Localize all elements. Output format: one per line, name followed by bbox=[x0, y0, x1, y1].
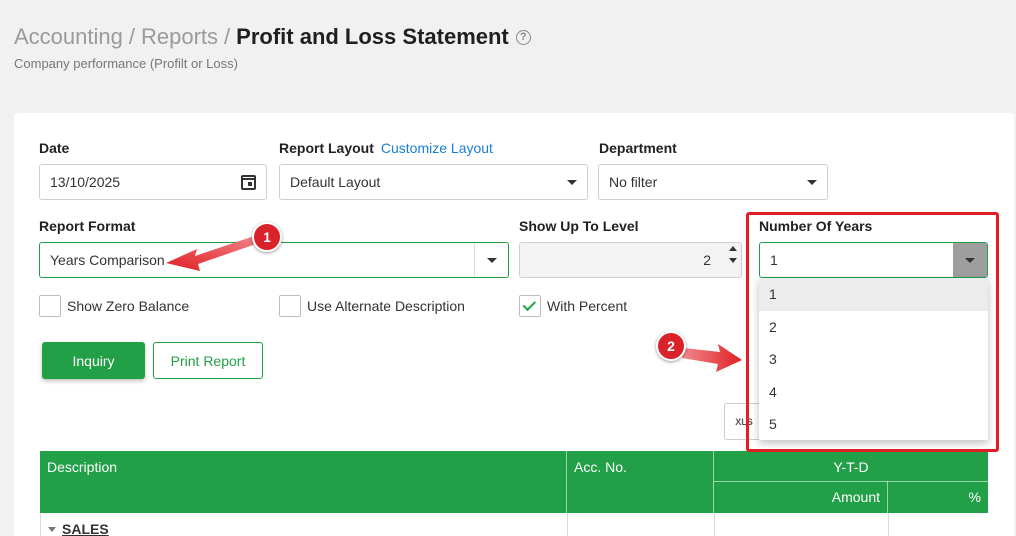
table-header: Description Acc. No. Y-T-D Amount % bbox=[40, 451, 988, 513]
checkbox-box[interactable] bbox=[519, 295, 541, 317]
report-format-value: Years Comparison bbox=[50, 252, 165, 268]
checkbox-label: Use Alternate Description bbox=[307, 298, 465, 314]
check-icon bbox=[522, 297, 537, 311]
with-percent-checkbox[interactable]: With Percent bbox=[519, 295, 627, 317]
report-table: Description Acc. No. Y-T-D Amount % SALE… bbox=[40, 451, 988, 536]
checkbox-label: Show Zero Balance bbox=[67, 298, 190, 314]
level-value: 2 bbox=[703, 252, 711, 268]
sales-group-toggle[interactable]: SALES bbox=[48, 521, 109, 536]
report-format-label: Report Format bbox=[39, 218, 136, 234]
report-layout-value: Default Layout bbox=[290, 174, 381, 190]
breadcrumb-accounting[interactable]: Accounting bbox=[14, 24, 123, 50]
table-row[interactable]: SALES bbox=[40, 513, 988, 536]
department-label: Department bbox=[599, 140, 677, 156]
checkbox-label: With Percent bbox=[547, 298, 628, 314]
group-label: SALES bbox=[62, 521, 109, 536]
checkbox-box[interactable] bbox=[279, 295, 301, 317]
column-acc-no: Acc. No. bbox=[574, 459, 627, 475]
breadcrumb-reports[interactable]: Reports bbox=[141, 24, 218, 50]
help-icon[interactable]: ? bbox=[515, 29, 531, 45]
level-label: Show Up To Level bbox=[519, 218, 639, 234]
report-layout-label: Report Layout Customize Layout bbox=[279, 140, 493, 156]
chevron-down-icon[interactable] bbox=[729, 258, 737, 263]
column-amount: Amount bbox=[831, 489, 880, 505]
chevron-down-icon bbox=[807, 179, 817, 185]
date-field[interactable]: 13/10/2025 bbox=[39, 164, 267, 200]
show-zero-balance-checkbox[interactable]: Show Zero Balance bbox=[39, 295, 189, 317]
calendar-icon[interactable] bbox=[241, 174, 256, 190]
column-description: Description bbox=[47, 459, 118, 475]
chevron-down-icon bbox=[486, 257, 497, 263]
chevron-up-icon[interactable] bbox=[729, 246, 737, 251]
chevron-down-icon bbox=[567, 179, 577, 185]
column-percent: % bbox=[968, 489, 981, 505]
stepper-controls[interactable] bbox=[729, 246, 737, 263]
breadcrumb: Accounting / Reports / Profit and Loss S… bbox=[14, 24, 531, 50]
customize-layout-link[interactable]: Customize Layout bbox=[381, 140, 493, 156]
alternate-description-checkbox[interactable]: Use Alternate Description bbox=[279, 295, 465, 317]
breadcrumb-separator: / bbox=[128, 24, 135, 49]
date-value: 13/10/2025 bbox=[50, 174, 121, 190]
column-ytd: Y-T-D bbox=[833, 459, 869, 475]
report-card: Date 13/10/2025 Report Layout Customize L… bbox=[14, 113, 1014, 536]
annotation-badge-1: 1 bbox=[252, 222, 282, 252]
column-divider bbox=[714, 513, 715, 536]
page-title: Profit and Loss Statement bbox=[236, 24, 509, 49]
report-layout-label-text: Report Layout bbox=[279, 140, 374, 156]
breadcrumb-separator: / bbox=[224, 24, 231, 49]
page-subtitle: Company performance (Profilt or Loss) bbox=[14, 56, 238, 71]
caret-down-icon[interactable] bbox=[48, 526, 56, 532]
annotation-highlight-box bbox=[746, 212, 999, 452]
checkbox-box[interactable] bbox=[39, 295, 61, 317]
department-select[interactable]: No filter bbox=[598, 164, 828, 200]
dropdown-button[interactable] bbox=[474, 243, 508, 277]
column-divider bbox=[567, 513, 568, 536]
level-stepper[interactable]: 2 bbox=[519, 242, 742, 278]
report-layout-select[interactable]: Default Layout bbox=[279, 164, 588, 200]
department-value: No filter bbox=[609, 174, 658, 190]
date-label: Date bbox=[39, 140, 70, 156]
annotation-badge-2: 2 bbox=[656, 331, 686, 361]
column-divider bbox=[888, 513, 889, 536]
annotation-arrow-2 bbox=[682, 344, 742, 372]
print-report-button[interactable]: Print Report bbox=[153, 342, 263, 379]
inquiry-button[interactable]: Inquiry bbox=[42, 342, 145, 379]
